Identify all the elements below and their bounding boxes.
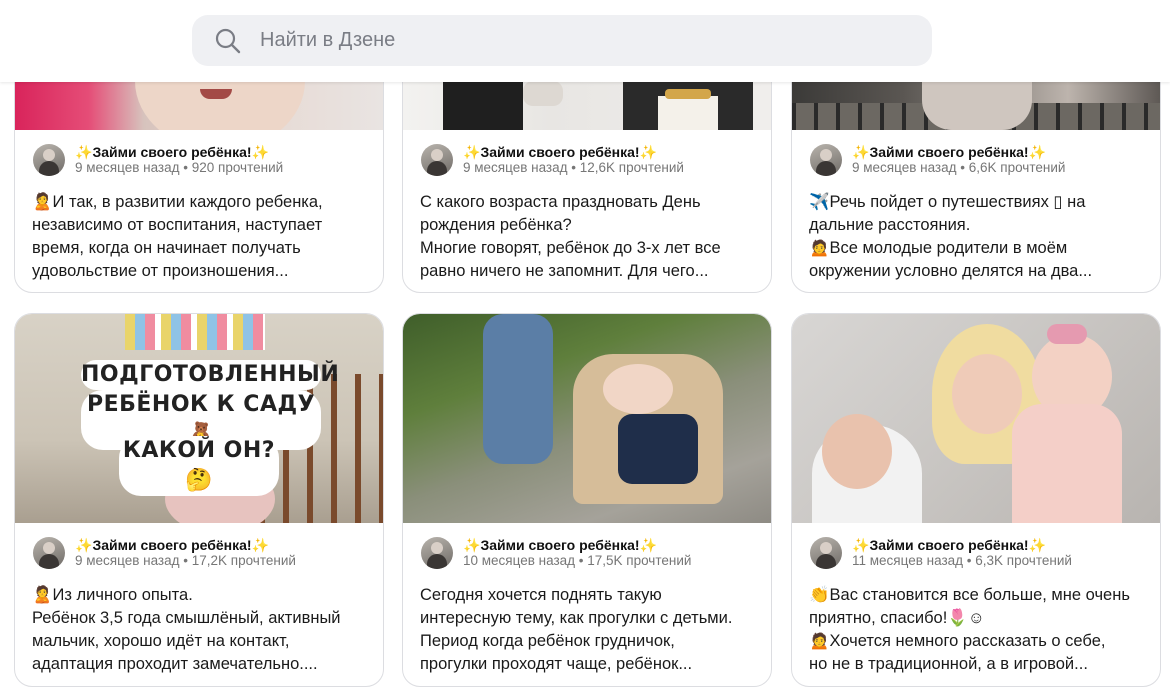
channel-name[interactable]: ✨Займи своего ребёнка!✨	[852, 144, 1065, 160]
channel-meta: ✨Займи своего ребёнка!✨ 10 месяцев назад…	[421, 537, 691, 569]
channel-name[interactable]: ✨Займи своего ребёнка!✨	[75, 144, 283, 160]
channel-name[interactable]: ✨Займи своего ребёнка!✨	[75, 537, 296, 553]
channel-name[interactable]: ✨Займи своего ребёнка!✨	[463, 537, 691, 553]
article-image[interactable]: ПОДГОТОВЛЕННЫЙ РЕБЁНОК К САДУ 🧸 КАКОЙ ОН…	[15, 314, 383, 523]
article-image[interactable]	[792, 314, 1160, 523]
post-stats: 9 месяцев назад • 17,2K прочтений	[75, 553, 296, 568]
avatar[interactable]	[421, 144, 453, 176]
article-snippet[interactable]: 🙎И так, в развитии каждого ребенка, неза…	[32, 191, 369, 283]
sparkle-icon: ✨	[639, 537, 658, 553]
article-snippet[interactable]: С какого возраста праздновать День рожде…	[420, 191, 757, 283]
avatar[interactable]	[810, 537, 842, 569]
avatar[interactable]	[421, 537, 453, 569]
post-stats: 9 месяцев назад • 12,6K прочтений	[463, 160, 684, 175]
sparkle-icon: ✨	[251, 144, 270, 160]
sparkle-icon: ✨	[639, 144, 658, 160]
post-stats: 10 месяцев назад • 17,5K прочтений	[463, 553, 692, 568]
sparkle-icon: ✨	[1028, 144, 1047, 160]
sparkle-icon: ✨	[75, 144, 93, 160]
article-snippet[interactable]: 🙎Из личного опыта. Ребёнок 3,5 года смыш…	[32, 584, 369, 676]
channel-name[interactable]: ✨Займи своего ребёнка!✨	[852, 537, 1072, 553]
channel-meta: ✨Займи своего ребёнка!✨ 9 месяцев назад …	[421, 144, 684, 176]
article-card[interactable]: ПОДГОТОВЛЕННЫЙ РЕБЁНОК К САДУ 🧸 КАКОЙ ОН…	[14, 313, 384, 687]
sparkle-icon: ✨	[463, 537, 481, 553]
article-image[interactable]	[403, 314, 771, 523]
post-stats: 9 месяцев назад • 6,6K прочтений	[852, 160, 1066, 175]
avatar[interactable]	[33, 144, 65, 176]
avatar[interactable]	[810, 144, 842, 176]
search-input[interactable]	[260, 29, 860, 52]
channel-meta: ✨Займи своего ребёнка!✨ 9 месяцев назад …	[810, 144, 1065, 176]
article-card[interactable]: ✨Займи своего ребёнка!✨ 11 месяцев назад…	[791, 313, 1161, 687]
overlay-title-line: КАКОЙ ОН?🤔	[119, 436, 279, 496]
avatar[interactable]	[33, 537, 65, 569]
channel-name[interactable]: ✨Займи своего ребёнка!✨	[463, 144, 684, 160]
sparkle-icon: ✨	[75, 537, 93, 553]
sparkle-icon: ✨	[463, 144, 481, 160]
channel-meta: ✨Займи своего ребёнка!✨ 11 месяцев назад…	[810, 537, 1072, 569]
article-snippet[interactable]: 👏Вас становится все больше, мне очень пр…	[809, 584, 1146, 676]
overlay-title-line: ПОДГОТОВЛЕННЫЙ	[81, 360, 339, 390]
search-bar[interactable]	[192, 15, 932, 66]
sparkle-icon: ✨	[1028, 537, 1047, 553]
top-bar	[0, 0, 1170, 82]
article-card[interactable]: ✨Займи своего ребёнка!✨ 10 месяцев назад…	[402, 313, 772, 687]
channel-meta: ✨Займи своего ребёнка!✨ 9 месяцев назад …	[33, 144, 283, 176]
search-icon	[215, 28, 241, 53]
post-stats: 9 месяцев назад • 920 прочтений	[75, 160, 284, 175]
sparkle-icon: ✨	[251, 537, 270, 553]
sparkle-icon: ✨	[852, 144, 870, 160]
sparkle-icon: ✨	[852, 537, 870, 553]
post-stats: 11 месяцев назад • 6,3K прочтений	[852, 553, 1072, 568]
article-snippet[interactable]: ✈️Речь пойдет о путешествиях ▯ на дальни…	[809, 191, 1146, 283]
article-snippet[interactable]: Сегодня хочется поднять такую интересную…	[420, 584, 757, 676]
channel-meta: ✨Займи своего ребёнка!✨ 9 месяцев назад …	[33, 537, 296, 569]
